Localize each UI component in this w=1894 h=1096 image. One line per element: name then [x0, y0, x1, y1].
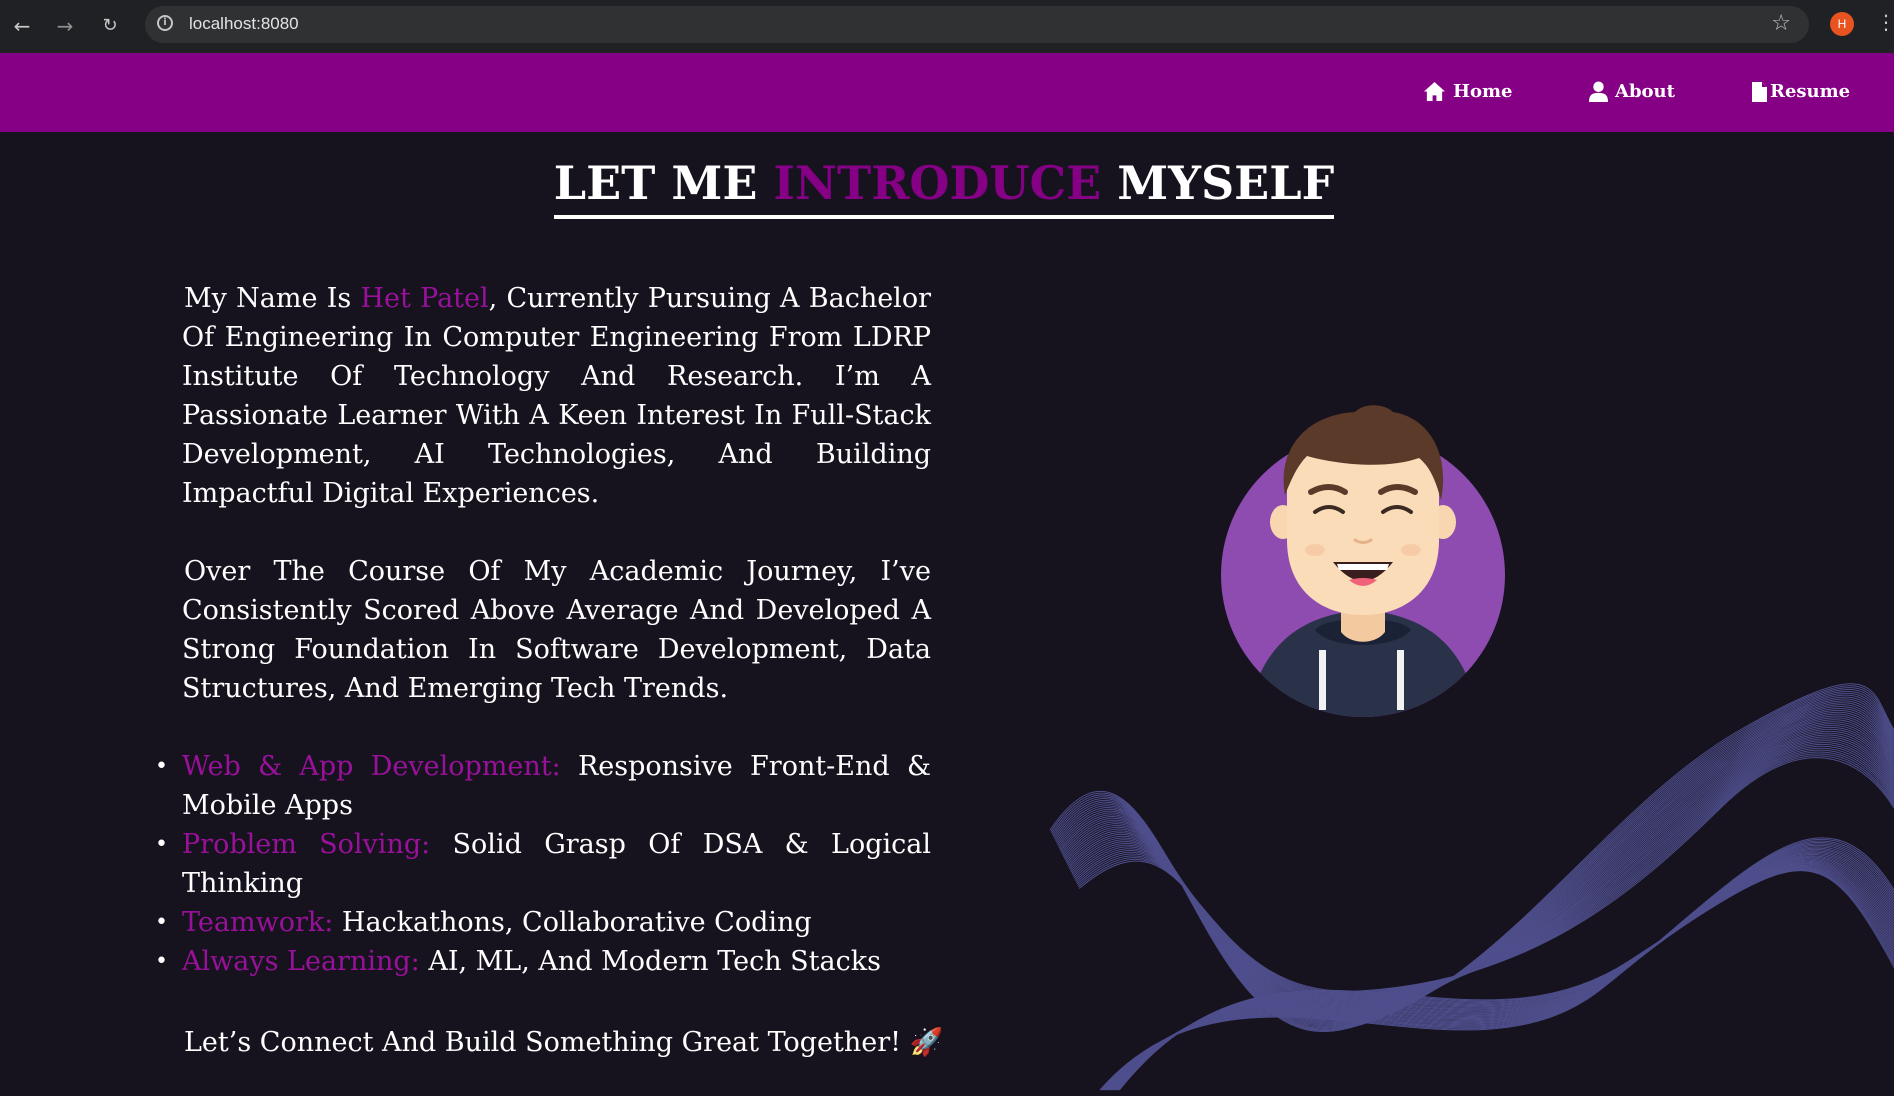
nav-home[interactable]: Home — [1423, 81, 1513, 102]
wave-line — [1116, 867, 1894, 1091]
nav-about[interactable]: About — [1589, 81, 1675, 102]
profile-avatar[interactable]: H — [1830, 12, 1854, 36]
wave-line — [1110, 859, 1894, 1091]
list-item: • Problem Solving: Solid Grasp Of DSA & L… — [155, 825, 931, 903]
wave-line — [1106, 852, 1894, 1091]
heading-part-1: LET ME — [553, 156, 774, 210]
bookmark-star-icon[interactable]: ☆ — [1771, 11, 1791, 36]
wave-line — [1118, 869, 1894, 1091]
skill-desc: Hackathons, Collaborative Coding — [333, 907, 812, 938]
wave-line — [1109, 857, 1894, 1091]
wave-line — [1100, 838, 1894, 1091]
journey-paragraph: Over The Course Of My Academic Journey, … — [182, 556, 931, 704]
wave-line — [1108, 856, 1894, 1091]
browser-menu-icon[interactable]: ⋮ — [1876, 10, 1894, 34]
list-item: • Teamwork: Hackathons, Collaborative Cod… — [155, 903, 931, 942]
section-heading-wrap: LET ME INTRODUCE MYSELF — [0, 157, 1888, 219]
reload-icon[interactable]: ↻ — [96, 12, 124, 40]
bullet: • — [155, 949, 168, 974]
intro-prefix: My Name Is — [184, 283, 361, 314]
wave-line — [1113, 863, 1894, 1091]
wave-line — [1100, 840, 1894, 1091]
list-item: • Always Learning: AI, ML, And Modern Tec… — [155, 942, 931, 981]
wave-line — [1118, 870, 1894, 1091]
user-icon — [1589, 81, 1608, 102]
site-navbar: Home About Resume — [0, 53, 1894, 132]
author-name: Het Patel — [360, 283, 489, 314]
section-heading: LET ME INTRODUCE MYSELF — [553, 156, 1335, 219]
wave-line — [1116, 867, 1894, 1091]
wave-line — [1115, 866, 1894, 1091]
wave-line — [1112, 861, 1894, 1091]
url-text[interactable]: localhost:8080 — [189, 14, 299, 34]
skill-title: Teamwork: — [182, 907, 334, 938]
wave-line — [1112, 862, 1894, 1091]
about-text: My Name Is Het Patel, Currently Pursuing… — [155, 279, 931, 981]
wave-line — [1102, 843, 1894, 1091]
bullet: • — [155, 754, 168, 779]
avatar — [1221, 405, 1505, 717]
document-icon — [1752, 81, 1767, 102]
wave-line — [1104, 849, 1894, 1091]
wave-line — [1103, 846, 1894, 1091]
skill-title: Always Learning: — [182, 946, 420, 977]
wave-line — [1114, 864, 1894, 1091]
nav-about-label[interactable]: About — [1615, 81, 1675, 102]
home-icon — [1424, 81, 1445, 102]
wave-line — [1105, 850, 1894, 1091]
heading-highlight: INTRODUCE — [773, 156, 1102, 210]
list-item: • Web & App Development: Responsive Front… — [155, 747, 931, 825]
forward-arrow-icon[interactable]: → — [51, 12, 79, 40]
wave-line — [1107, 853, 1894, 1091]
wave-line — [1117, 868, 1894, 1091]
wave-line — [1102, 844, 1894, 1091]
nav-resume[interactable]: Resume — [1752, 81, 1850, 102]
closing-line: Let’s Connect And Build Something Great … — [184, 1027, 944, 1058]
skill-title: Web & App Development: — [182, 751, 561, 782]
wave-line — [1101, 841, 1894, 1091]
wave-line — [1106, 851, 1894, 1091]
address-bar[interactable]: i localhost:8080 ☆ — [145, 6, 1809, 43]
nav-resume-label[interactable]: Resume — [1770, 81, 1850, 102]
bullet: • — [155, 910, 168, 935]
site-info-icon[interactable]: i — [157, 15, 173, 31]
browser-toolbar: ← → ↻ i localhost:8080 ☆ H ⋮ — [0, 0, 1894, 53]
skills-list: • Web & App Development: Responsive Front… — [155, 747, 931, 981]
wave-line — [1104, 847, 1894, 1091]
skill-desc: AI, ML, And Modern Tech Stacks — [419, 946, 881, 977]
nav-home-label[interactable]: Home — [1453, 81, 1513, 102]
wave-line — [1110, 858, 1894, 1091]
skill-title: Problem Solving: — [182, 829, 431, 860]
intro-rest: , Currently Pursuing A Bachelor Of Engin… — [182, 283, 931, 509]
heading-part-2: MYSELF — [1101, 156, 1335, 210]
bullet: • — [155, 832, 168, 857]
intro-paragraph: My Name Is Het Patel, Currently Pursuing… — [182, 279, 931, 513]
wave-line — [1108, 855, 1894, 1091]
wave-line — [1111, 860, 1894, 1091]
wave-line — [1114, 865, 1894, 1091]
back-arrow-icon[interactable]: ← — [8, 12, 36, 40]
